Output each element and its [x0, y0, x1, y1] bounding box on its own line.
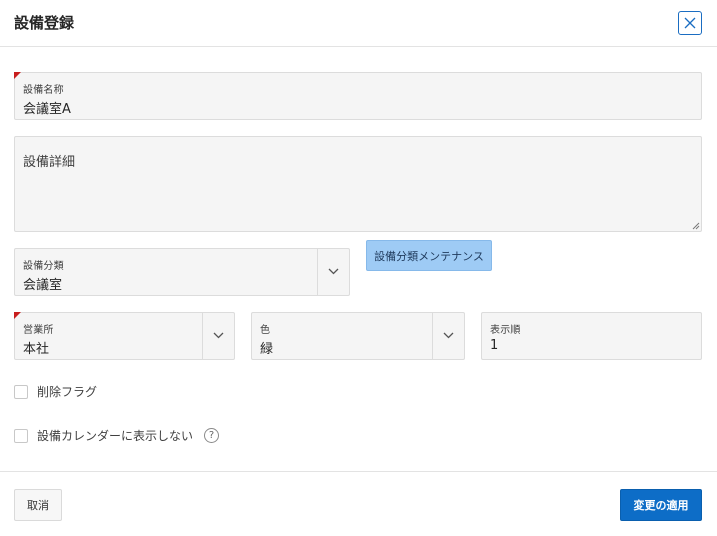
close-icon [684, 17, 696, 29]
cancel-button[interactable]: 取消 [14, 489, 62, 521]
hide-in-calendar-row: 設備カレンダーに表示しない ? [14, 427, 220, 444]
display-order-label: 表示順 [490, 325, 521, 336]
dialog-footer: 取消 変更の適用 [0, 471, 717, 536]
delete-flag-row: 削除フラグ [14, 383, 97, 400]
chevron-down-icon [328, 268, 339, 275]
office-select[interactable]: 営業所 本社 [14, 312, 235, 360]
apply-changes-button[interactable]: 変更の適用 [620, 489, 702, 521]
equipment-detail-textarea[interactable]: 設備詳細 [14, 136, 702, 232]
equipment-category-select[interactable]: 設備分類 会議室 [14, 248, 350, 296]
delete-flag-label: 削除フラグ [37, 385, 98, 399]
equipment-name-label: 設備名称 [23, 85, 64, 96]
color-label: 色 [260, 325, 271, 336]
office-dropdown[interactable] [202, 313, 234, 359]
category-maintenance-button[interactable]: 設備分類メンテナンス [366, 240, 492, 271]
color-value: 緑 [260, 342, 274, 357]
hide-in-calendar-checkbox[interactable] [14, 428, 28, 443]
required-marker [14, 312, 21, 319]
resize-grip-icon[interactable] [692, 222, 700, 230]
color-select[interactable]: 色 緑 [251, 312, 465, 360]
display-order-field[interactable]: 表示順 1 [481, 312, 702, 360]
hide-in-calendar-label: 設備カレンダーに表示しない [37, 429, 194, 443]
close-button[interactable] [678, 11, 702, 35]
required-marker [14, 72, 21, 79]
office-value: 本社 [23, 342, 50, 357]
equipment-category-label: 設備分類 [23, 261, 64, 272]
office-label: 営業所 [23, 325, 54, 336]
dialog-title: 設備登録 [14, 14, 75, 32]
help-icon[interactable]: ? [204, 428, 220, 443]
chevron-down-icon [213, 332, 224, 339]
equipment-detail-placeholder: 設備詳細 [23, 155, 76, 170]
equipment-category-dropdown[interactable] [317, 249, 349, 295]
equipment-name-input[interactable]: 会議室A [23, 98, 71, 117]
equipment-category-value: 会議室 [23, 278, 63, 293]
delete-flag-checkbox[interactable] [14, 384, 28, 399]
dialog-header: 設備登録 [0, 0, 717, 47]
chevron-down-icon [443, 332, 454, 339]
display-order-input[interactable]: 1 [490, 338, 498, 353]
color-dropdown[interactable] [432, 313, 464, 359]
equipment-name-field[interactable]: 設備名称 会議室A [14, 72, 702, 120]
